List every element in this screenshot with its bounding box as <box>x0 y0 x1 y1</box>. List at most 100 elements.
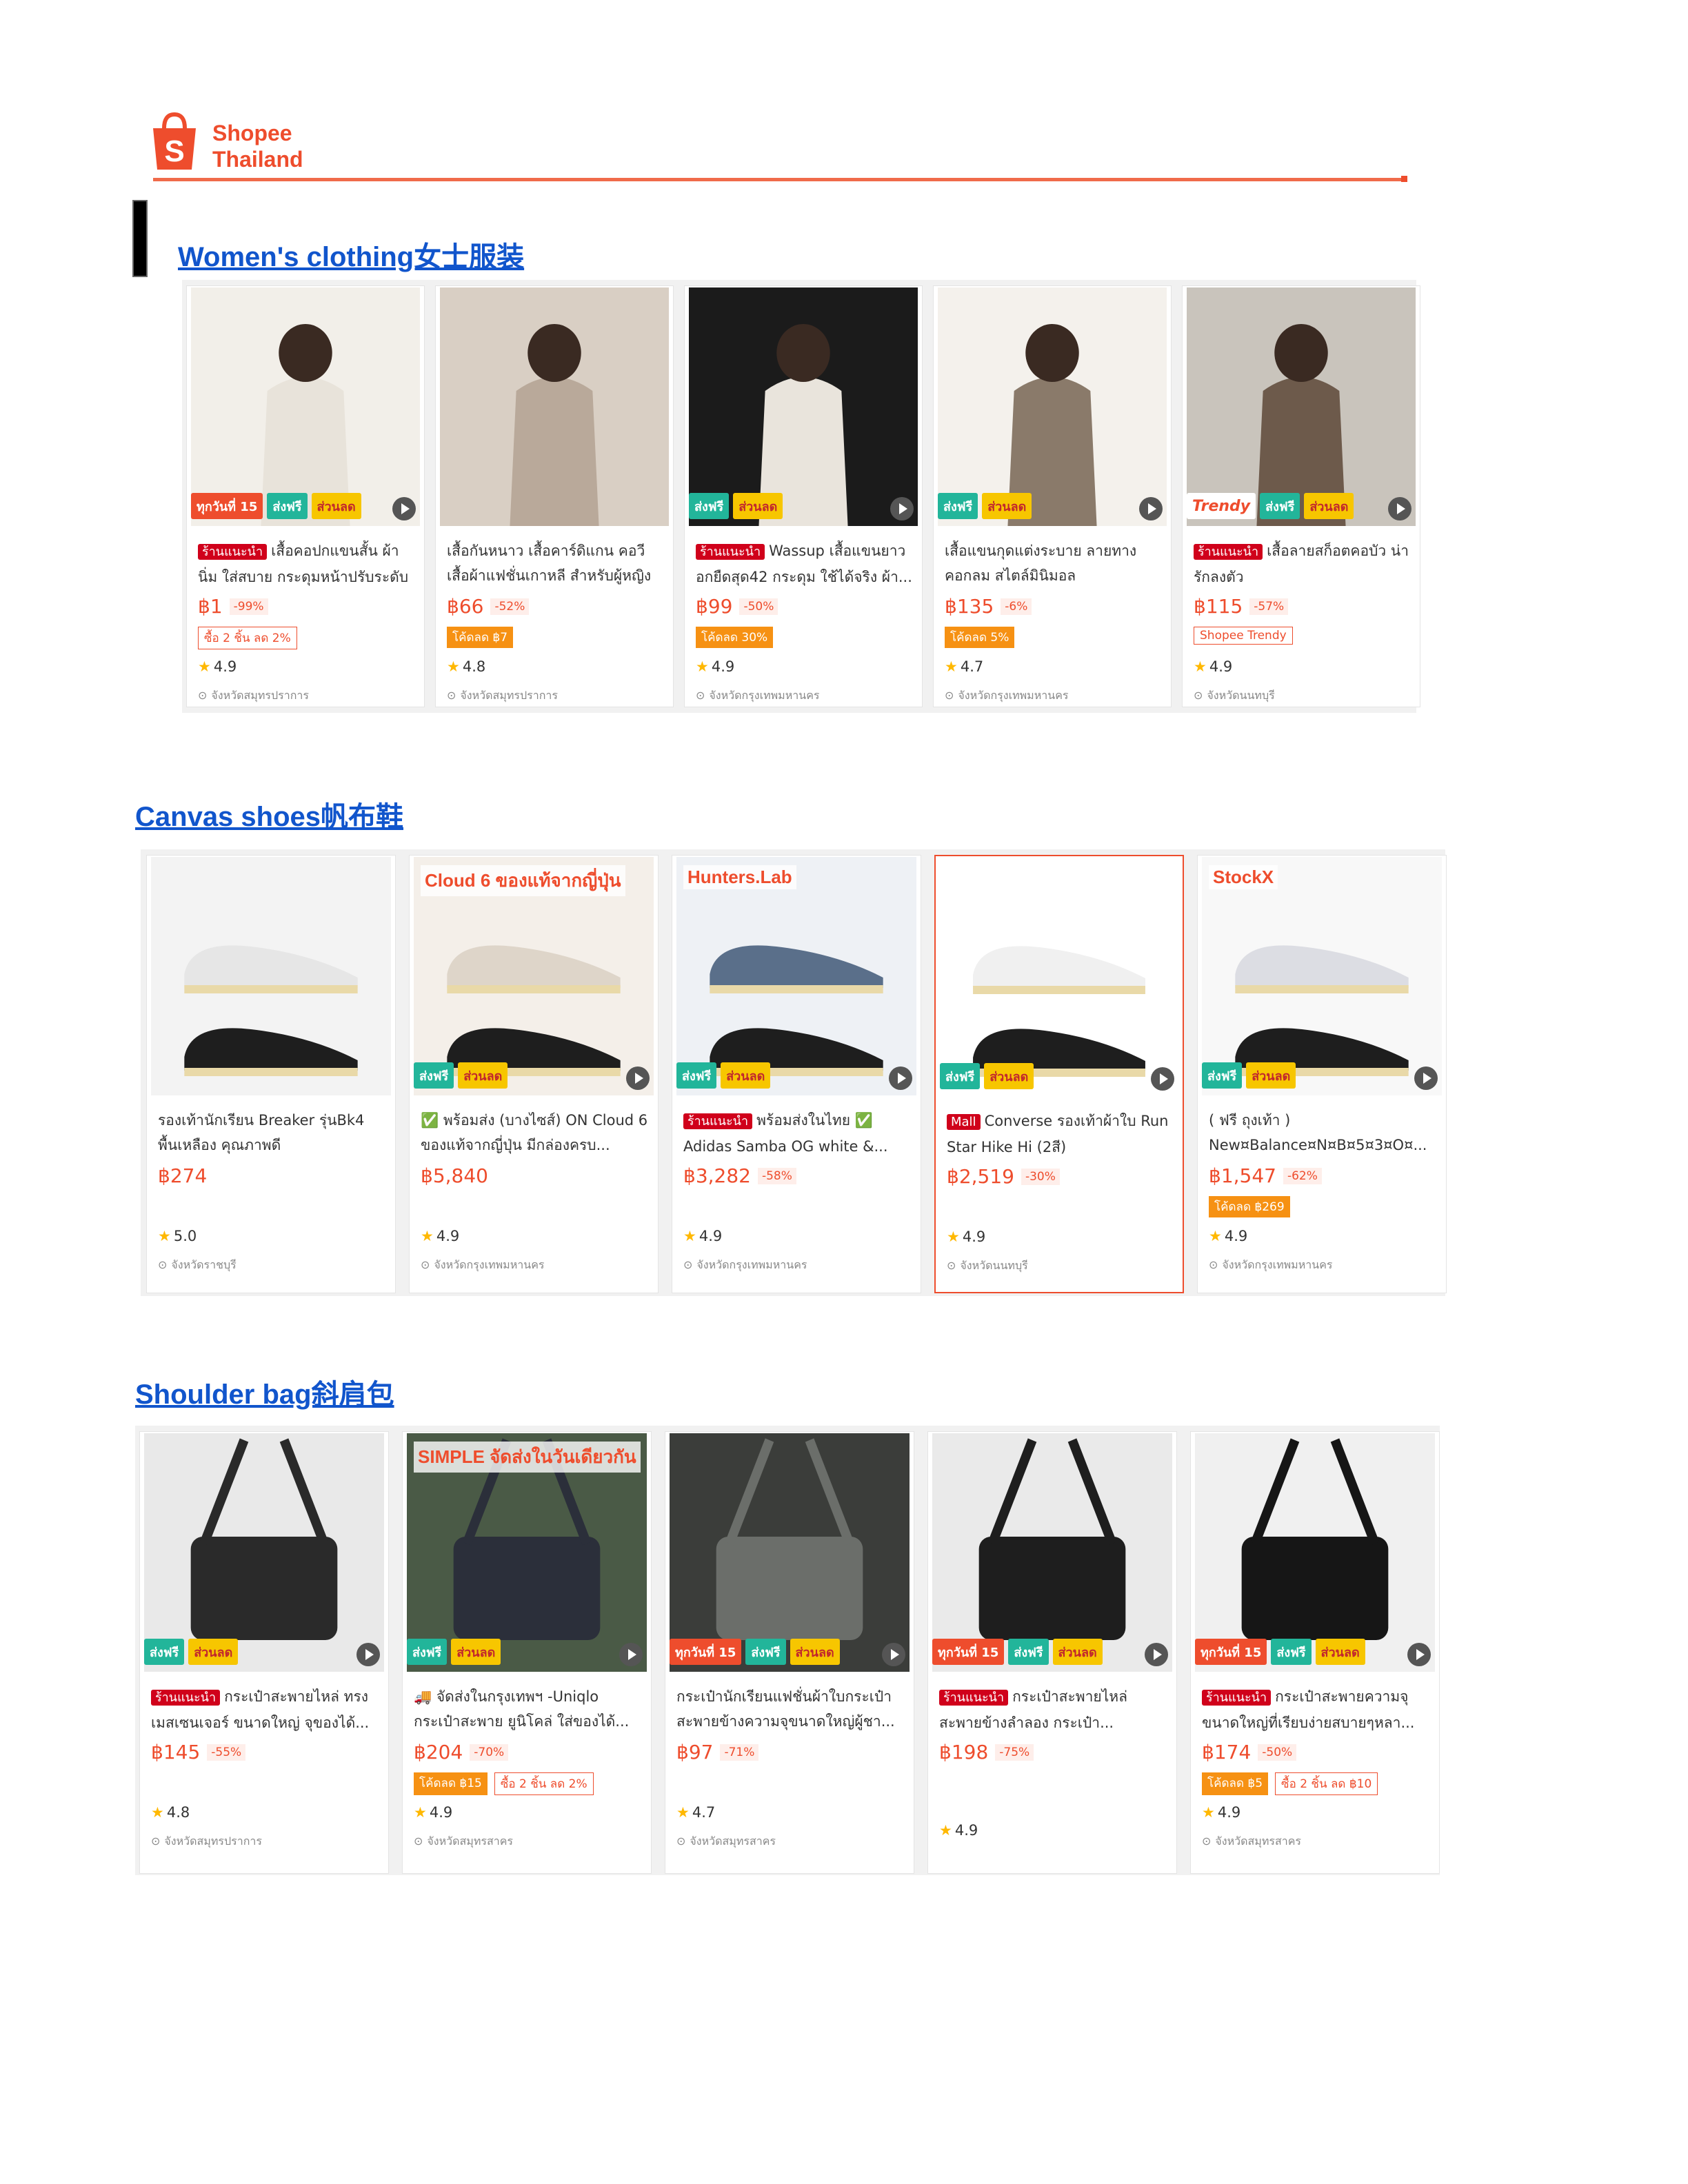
product-title[interactable]: เสื้อแขนกุดแต่งระบาย ลายทาง คอกลม สไตล์ม… <box>945 538 1161 588</box>
section-heading-shoulder-bag[interactable]: Shoulder bag斜肩包 <box>135 1372 394 1412</box>
brand-line-1: Shopee <box>212 121 292 145</box>
promo-tag: ส่วนลด <box>984 1063 1034 1089</box>
header-divider <box>153 178 1401 181</box>
product-card[interactable]: รองเท้านักเรียน Breaker รุ่นBk4 พื้นเหลื… <box>146 855 396 1293</box>
voucher-chip[interactable]: โค้ดลด ฿7 <box>447 627 514 648</box>
product-card[interactable]: ส่งฟรี ส่วนลด ร้านแนะนำ Wassup เสื้อแขนยาวอ… <box>684 285 923 707</box>
voucher-chip[interactable]: ซื้อ 2 ชิ้น ลด ฿10 <box>1275 1772 1378 1795</box>
video-play-icon[interactable] <box>619 1643 643 1666</box>
recommended-shop-badge: ร้านแนะนำ <box>939 1690 1009 1706</box>
promo-tag: ส่งฟรี <box>144 1639 185 1665</box>
product-card[interactable]: Hunters.Lab ส่งฟรี ส่วนลด ร้านแนะนำ พร้อมส่ง… <box>672 855 921 1293</box>
discount-badge: -62% <box>1283 1167 1322 1184</box>
voucher-chip[interactable]: Shopee Trendy <box>1194 627 1293 645</box>
promo-tag: ส่งฟรี <box>1260 493 1300 519</box>
promo-tag: ส่วนลด <box>188 1639 239 1665</box>
video-play-icon[interactable] <box>890 497 914 520</box>
product-card[interactable]: StockX ส่งฟรี ส่วนลด ( ฟรี ถุงเท้า ) New¤Ba… <box>1197 855 1447 1293</box>
location-pin-icon: ⊙ <box>447 689 456 702</box>
product-card[interactable]: Trendy ส่งฟรี ส่วนลดร้านแนะนำ เสื้อลายสก็อต… <box>1182 285 1420 707</box>
product-price: ฿1,547 <box>1209 1164 1276 1187</box>
video-play-icon[interactable] <box>882 1643 905 1666</box>
product-title[interactable]: ร้านแนะนำ Wassup เสื้อแขนยาวอกยืดสุด42 กร… <box>696 538 912 588</box>
promo-tag: ส่งฟรี <box>1271 1639 1312 1665</box>
product-title[interactable]: ร้านแนะนำ กระเป๋าสะพายไหล่ ทรงเมสเซนเจอร์… <box>151 1684 379 1734</box>
video-play-icon[interactable] <box>1139 497 1163 520</box>
price-row: ฿66 -52% <box>447 595 530 618</box>
product-image <box>932 1433 1172 1672</box>
product-image-frame[interactable] <box>938 287 1167 526</box>
star-icon: ★ <box>939 1822 952 1839</box>
video-play-icon[interactable] <box>392 497 416 520</box>
product-card[interactable]: ทุกวันที่ 15 ส่งฟรี ส่วนลด ร้านแนะนำ เสื้อคอ… <box>186 285 425 707</box>
product-rating: ★ 5.0 <box>158 1228 197 1244</box>
product-title[interactable]: 🚚 จัดส่งในกรุงเทพฯ -Uniqlo กระเป๋าสะพาย … <box>414 1684 641 1734</box>
promo-tags: Trendy ส่งฟรี ส่วนลด <box>1187 492 1354 520</box>
recommended-shop-badge: ร้านแนะนำ <box>683 1113 753 1129</box>
voucher-chip[interactable]: โค้ดลด ฿15 <box>414 1772 488 1795</box>
product-image <box>689 287 918 526</box>
product-card[interactable]: ส่งฟรี ส่วนลดร้านแนะนำ กระเป๋าสะพายไหล่ ทร… <box>139 1431 389 1874</box>
product-image-frame[interactable] <box>1202 857 1442 1095</box>
product-card[interactable]: ทุกวันที่ 15 ส่งฟรี ส่วนลด ร้านแนะนำ กระเป๋า… <box>927 1431 1177 1874</box>
product-title[interactable]: ร้านแนะนำ เสื้อลายสก็อตคอบัว น่ารักลงตัว <box>1194 538 1410 588</box>
product-image-frame[interactable] <box>440 287 669 526</box>
product-card[interactable]: เสื้อกันหนาว เสื้อคาร์ดิแกน คอวี เสื้อผ้… <box>435 285 674 707</box>
product-image-frame[interactable] <box>1195 1433 1435 1672</box>
product-card[interactable]: ส่งฟรี ส่วนลด Mall Converse รองเท้าผ้าใบ Ru… <box>934 855 1184 1293</box>
product-title[interactable]: ร้านแนะนำ พร้อมส่งในไทย ✅ Adidas Samba OG… <box>683 1108 911 1157</box>
product-image-frame[interactable] <box>940 858 1178 1096</box>
product-price: ฿115 <box>1194 595 1243 618</box>
product-card[interactable]: ส่งฟรี ส่วนลด เสื้อแขนกุดแต่งระบาย ลายทาง … <box>933 285 1172 707</box>
product-image-frame[interactable] <box>144 1433 384 1672</box>
video-play-icon[interactable] <box>889 1066 912 1090</box>
product-title[interactable]: ✅ พร้อมส่ง (บางไซส์) ON Cloud 6 ของแท้จา… <box>421 1108 648 1157</box>
product-card[interactable]: Cloud 6 ของแท้จากญี่ปุ่น ส่งฟรี ส่วนลด ✅ พร… <box>409 855 659 1293</box>
product-image-frame[interactable] <box>151 857 391 1095</box>
product-card[interactable]: ทุกวันที่ 15 ส่งฟรี ส่วนลด กระเป๋านักเรียนแ… <box>665 1431 914 1874</box>
rating-value: 4.9 <box>954 1822 978 1839</box>
voucher-chip[interactable]: โค้ดลด 5% <box>945 627 1015 648</box>
product-image-frame[interactable] <box>1187 287 1416 526</box>
product-title[interactable]: กระเป๋านักเรียนแฟชั่นผ้าใบกระเป๋าสะพายข้… <box>676 1684 904 1734</box>
price-row: ฿2,519 -30% <box>947 1165 1060 1188</box>
voucher-chip[interactable]: ซื้อ 2 ชิ้น ลด 2% <box>198 627 297 649</box>
video-play-icon[interactable] <box>1414 1066 1438 1090</box>
star-icon: ★ <box>151 1804 164 1821</box>
promo-tag: ส่วนลด <box>1052 1639 1103 1665</box>
voucher-chip[interactable]: โค้ดลด 30% <box>696 627 774 648</box>
product-title-text: เสื้อกันหนาว เสื้อคาร์ดิแกน คอวี เสื้อผ้… <box>447 543 652 584</box>
product-location: ⊙ จังหวัดกรุงเทพมหานคร <box>1209 1257 1332 1274</box>
product-title[interactable]: ร้านแนะนำ กระเป๋าสะพายไหล่ สะพายข้างลำลอง… <box>939 1684 1167 1734</box>
product-title[interactable]: รองเท้านักเรียน Breaker รุ่นBk4 พื้นเหลื… <box>158 1108 385 1157</box>
product-title[interactable]: Mall Converse รองเท้าผ้าใบ Run Star Hike … <box>947 1109 1173 1158</box>
product-image-frame[interactable] <box>932 1433 1172 1672</box>
recommended-shop-badge: ร้านแนะนำ <box>1194 544 1263 560</box>
voucher-chip[interactable]: โค้ดลด ฿269 <box>1209 1196 1290 1217</box>
video-play-icon[interactable] <box>1151 1067 1174 1091</box>
rating-value: 4.9 <box>1224 1228 1248 1244</box>
product-image-frame[interactable] <box>191 287 420 526</box>
product-title[interactable]: ร้านแนะนำ เสื้อคอปกแขนสั้น ผ้านิ่ม ใส่สบา… <box>198 538 414 588</box>
section-heading-womens-clothing[interactable]: Women's clothing女士服装 <box>178 234 524 274</box>
voucher-chips: โค้ดลด 5% <box>945 627 1015 648</box>
video-play-icon[interactable] <box>1145 1643 1168 1666</box>
voucher-chip[interactable]: โค้ดลด ฿5 <box>1202 1772 1269 1795</box>
video-play-icon[interactable] <box>356 1643 380 1666</box>
promo-tag: ส่วนลด <box>1315 1639 1365 1665</box>
section-heading-canvas-shoes[interactable]: Canvas shoes帆布鞋 <box>135 794 403 834</box>
video-play-icon[interactable] <box>1407 1643 1431 1666</box>
product-image-frame[interactable] <box>676 857 916 1095</box>
voucher-chip[interactable]: ซื้อ 2 ชิ้น ลด 2% <box>494 1772 594 1795</box>
product-card[interactable]: SIMPLE จัดส่งในวันเดียวกัน ส่งฟรี ส่วนลด 🚚 … <box>402 1431 652 1874</box>
promo-tag: ทุกวันที่ 15 <box>191 493 263 519</box>
product-card[interactable]: ทุกวันที่ 15 ส่งฟรี ส่วนลด ร้านแนะนำ กระเป๋า… <box>1190 1431 1440 1874</box>
product-title[interactable]: ร้านแนะนำ กระเป๋าสะพายความจุขนาดใหญ่ที่เร… <box>1202 1684 1429 1734</box>
product-image-frame[interactable] <box>689 287 918 526</box>
product-image-frame[interactable] <box>670 1433 910 1672</box>
video-play-icon[interactable] <box>1388 497 1411 520</box>
product-title[interactable]: ( ฟรี ถุงเท้า ) New¤Balance¤N¤B¤5¤3¤O¤..… <box>1209 1108 1436 1157</box>
promo-tag: ส่งฟรี <box>267 493 308 519</box>
video-play-icon[interactable] <box>626 1066 650 1090</box>
product-title[interactable]: เสื้อกันหนาว เสื้อคาร์ดิแกน คอวี เสื้อผ้… <box>447 538 663 588</box>
